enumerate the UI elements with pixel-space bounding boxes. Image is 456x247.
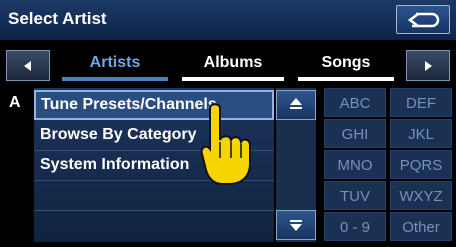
key-def[interactable]: DEF [390, 88, 452, 117]
tab-albums[interactable]: Albums [176, 46, 290, 83]
tab-underline [62, 77, 168, 81]
tab-underline [298, 77, 394, 81]
header-bar: Select Artist [0, 0, 456, 40]
tab-songs[interactable]: Songs [292, 46, 400, 83]
triangle-left-icon [24, 60, 31, 71]
alphabet-keypad: ABC DEF GHI JKL MNO PQRS TUV WXYZ 0 - 9 … [324, 88, 456, 242]
index-letter: A [9, 94, 21, 111]
key-0-9[interactable]: 0 - 9 [324, 212, 386, 241]
key-ghi[interactable]: GHI [324, 119, 386, 148]
scroll-up-icon [290, 98, 302, 109]
tab-next-button[interactable] [406, 50, 450, 81]
tab-label: Songs [321, 54, 371, 71]
key-jkl[interactable]: JKL [390, 119, 452, 148]
key-wxyz[interactable]: WXYZ [390, 181, 452, 210]
scroll-down-icon [290, 220, 302, 231]
tab-bar: Artists Albums Songs [0, 46, 456, 83]
key-other[interactable]: Other [390, 212, 452, 241]
tab-label: Albums [203, 54, 263, 71]
scrollbar[interactable] [276, 88, 316, 242]
return-arrow-icon [407, 12, 440, 27]
back-button[interactable] [396, 5, 450, 34]
tab-underline [182, 77, 284, 81]
key-tuv[interactable]: TUV [324, 181, 386, 210]
page-title: Select Artist [8, 9, 107, 28]
key-pqrs[interactable]: PQRS [390, 150, 452, 179]
tab-artists[interactable]: Artists [56, 46, 174, 83]
pointing-hand-icon [200, 103, 251, 185]
scroll-up-button[interactable] [276, 90, 316, 120]
key-mno[interactable]: MNO [324, 150, 386, 179]
triangle-right-icon [425, 60, 432, 71]
tab-label: Artists [89, 54, 141, 71]
scroll-down-button[interactable] [276, 210, 316, 240]
tab-prev-button[interactable] [6, 50, 50, 81]
key-abc[interactable]: ABC [324, 88, 386, 117]
screen: Select Artist Artists Albums Songs A Tun… [0, 0, 456, 247]
